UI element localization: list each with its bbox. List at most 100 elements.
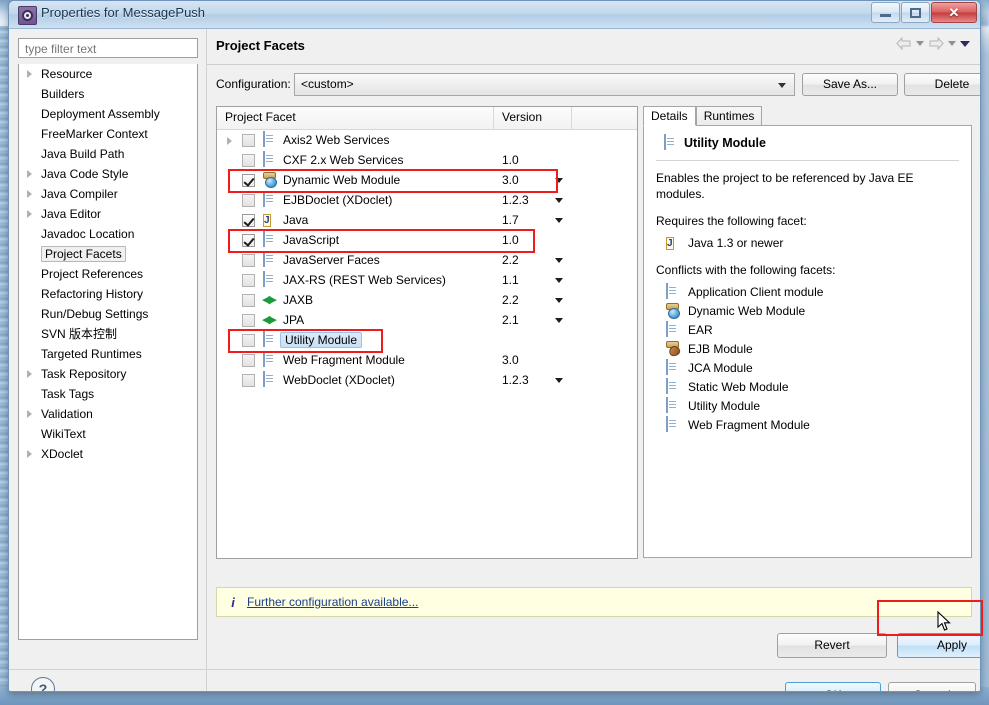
facet-checkbox[interactable] [242,293,255,307]
table-row[interactable]: EJBDoclet (XDoclet) 1.2.3 [217,190,637,210]
version-chevron-down-icon[interactable] [555,318,563,323]
table-row[interactable]: CXF 2.x Web Services 1.0 [217,150,637,170]
sidebar-item-svn[interactable]: SVN 版本控制 [19,324,197,344]
tab-details[interactable]: Details [643,106,696,126]
arrow-left-icon[interactable] [896,37,912,50]
sidebar-item-label: Targeted Runtimes [41,347,142,361]
sidebar-item-resource[interactable]: Resource [19,64,197,84]
version-chevron-down-icon[interactable] [555,178,563,183]
table-row[interactable]: Axis2 Web Services [217,130,637,150]
sidebar-item-freemarker-context[interactable]: FreeMarker Context [19,124,197,144]
sidebar-item-java-code-style[interactable]: Java Code Style [19,164,197,184]
table-row[interactable]: Dynamic Web Module 3.0 [217,170,637,190]
forward-history-chevron-down-icon[interactable] [948,41,956,46]
facet-checkbox[interactable] [242,193,255,207]
search-input[interactable] [23,41,197,57]
sidebar-item-builders[interactable]: Builders [19,84,197,104]
expand-arrow-icon[interactable] [27,450,32,458]
expand-arrow-icon[interactable] [27,370,32,378]
facet-checkbox[interactable] [242,373,255,387]
table-row[interactable]: Utility Module [217,330,637,350]
version-chevron-down-icon[interactable] [555,298,563,303]
sidebar-item-task-tags[interactable]: Task Tags [19,384,197,404]
save-as-button[interactable]: Save As... [802,73,898,96]
facet-version: 1.2.3 [502,373,529,387]
table-row[interactable]: JAX-RS (REST Web Services) 1.1 [217,270,637,290]
table-row[interactable]: ◀▶ JAXB 2.2 [217,290,637,310]
facet-name: WebDoclet (XDoclet) [283,373,395,387]
delete-button[interactable]: Delete [904,73,980,96]
facet-checkbox[interactable] [242,173,255,187]
expand-arrow-icon[interactable] [27,210,32,218]
expand-arrow-icon[interactable] [27,170,32,178]
expand-arrow-icon[interactable] [27,410,32,418]
maximize-button[interactable] [901,2,930,23]
facet-checkbox[interactable] [242,213,255,227]
back-history-chevron-down-icon[interactable] [916,41,924,46]
sidebar-item-targeted-runtimes[interactable]: Targeted Runtimes [19,344,197,364]
column-header-version[interactable]: Version [494,107,572,129]
expand-arrow-icon[interactable] [27,70,32,78]
facet-checkbox[interactable] [242,353,255,367]
project-facet-table[interactable]: Project Facet Version Axis2 Web Services… [216,106,638,559]
table-row[interactable]: WebDoclet (XDoclet) 1.2.3 [217,370,637,390]
sidebar-item-deployment-assembly[interactable]: Deployment Assembly [19,104,197,124]
column-header-project-facet[interactable]: Project Facet [217,107,494,129]
settings-tree[interactable]: Resource Builders Deployment Assembly FreeM… [18,64,198,640]
facet-checkbox[interactable] [242,333,255,347]
facet-checkbox[interactable] [242,313,255,327]
facet-checkbox[interactable] [242,233,255,247]
table-row[interactable]: ◀▶ JPA 2.1 [217,310,637,330]
conflicting-facet-item: Static Web Module [664,378,959,395]
conflicting-facet-item: EJB Module [664,341,959,357]
sidebar-item-java-compiler[interactable]: Java Compiler [19,184,197,204]
view-menu-chevron-down-icon[interactable] [960,40,970,47]
sidebar-item-javadoc-location[interactable]: Javadoc Location [19,224,197,244]
table-row[interactable]: J Java 1.7 [217,210,637,230]
further-configuration-link[interactable]: Further configuration available... [247,595,418,609]
table-row[interactable]: JavaServer Faces 2.2 [217,250,637,270]
version-chevron-down-icon[interactable] [555,198,563,203]
version-chevron-down-icon[interactable] [555,258,563,263]
filter-input-wrapper[interactable] [18,38,198,58]
arrow-right-icon[interactable] [928,37,944,50]
sidebar-item-xdoclet[interactable]: XDoclet [19,444,197,464]
minimize-button[interactable] [871,2,900,23]
sidebar-item-task-repository[interactable]: Task Repository [19,364,197,384]
revert-button[interactable]: Revert [777,633,887,658]
sidebar-item-run-debug-settings[interactable]: Run/Debug Settings [19,304,197,324]
close-button[interactable]: ✕ [931,2,977,23]
configuration-select[interactable]: <custom> [294,73,795,96]
sidebar-item-project-references[interactable]: Project References [19,264,197,284]
ok-button[interactable]: OK [785,682,881,691]
sidebar-item-java-build-path[interactable]: Java Build Path [19,144,197,164]
expand-arrow-icon[interactable] [227,137,232,145]
dialog-titlebar[interactable]: Properties for MessagePush ✕ [9,1,980,29]
sidebar-item-validation[interactable]: Validation [19,404,197,424]
facet-checkbox[interactable] [242,253,255,267]
conflicting-facet-item: Application Client module [664,283,959,300]
details-conflicts-list: Application Client module Dynamic Web Mod… [656,283,959,433]
version-chevron-down-icon[interactable] [555,218,563,223]
apply-button[interactable]: Apply [897,633,980,658]
help-icon[interactable]: ? [31,677,55,691]
version-chevron-down-icon[interactable] [555,278,563,283]
table-row[interactable]: JavaScript 1.0 [217,230,637,250]
sidebar-item-project-facets[interactable]: Project Facets [19,244,197,264]
expand-arrow-icon[interactable] [27,190,32,198]
sidebar-item-refactoring-history[interactable]: Refactoring History [19,284,197,304]
table-row[interactable]: Web Fragment Module 3.0 [217,350,637,370]
facet-checkbox[interactable] [242,133,255,147]
facet-checkbox[interactable] [242,153,255,167]
facet-name: CXF 2.x Web Services [283,153,404,167]
sidebar-item-java-editor[interactable]: Java Editor [19,204,197,224]
sidebar-item-label: Builders [41,87,85,101]
tab-runtimes[interactable]: Runtimes [695,106,763,126]
cancel-button[interactable]: Cancel [888,682,976,691]
sidebar-item-wikitext[interactable]: WikiText [19,424,197,444]
facet-checkbox[interactable] [242,273,255,287]
version-chevron-down-icon[interactable] [555,378,563,383]
sidebar-item-label: WikiText [41,427,86,441]
required-facet-item: J Java 1.3 or newer [664,235,959,251]
conflicting-facet-item-label: EJB Module [688,342,753,356]
